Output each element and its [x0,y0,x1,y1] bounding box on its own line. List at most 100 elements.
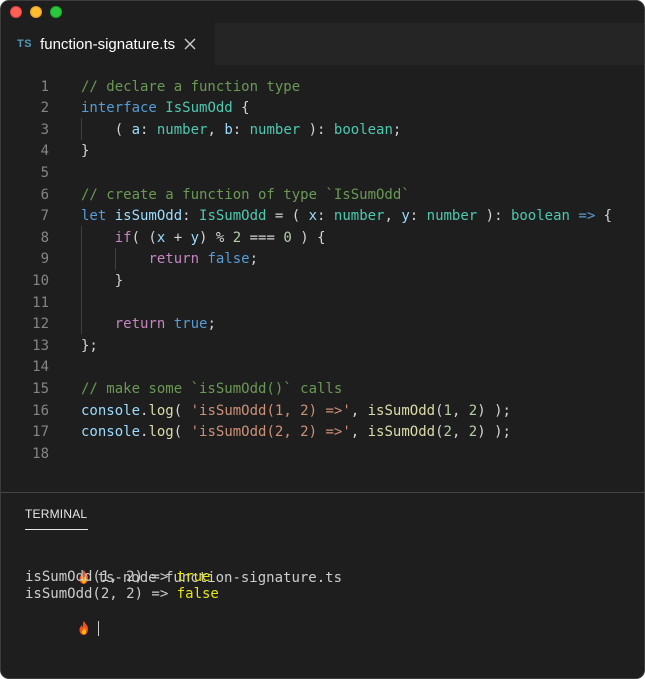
code-line[interactable]: 17 console.log( 'isSumOdd(2, 2) =>', isSu… [1,422,644,444]
line-number: 11 [32,294,49,311]
code-line[interactable]: 15 // make some `isSumOdd()` calls [1,379,644,401]
code-line[interactable]: 10 } [1,271,644,293]
code-text: let isSumOdd: IsSumOdd = ( x: number, y:… [81,206,612,228]
code-token: b [224,121,233,138]
code-token: => [578,208,596,225]
code-line[interactable]: 4} [1,141,644,163]
code-token: ; [249,251,259,268]
code-text: } [81,141,89,163]
code-line[interactable]: 6 // create a function of type `IsSumOdd` [1,185,644,207]
code-token: ( ( [131,229,157,246]
title-bar [1,1,644,23]
code-token: log [148,402,174,419]
close-window-button[interactable] [10,6,22,18]
tab-function-signature[interactable]: TS function-signature.ts [1,23,215,65]
code-token: boolean [510,208,570,225]
line-number: 5 [40,164,49,181]
code-token: , [384,208,402,225]
code-token: ( [81,121,132,138]
code-token: a [131,121,141,138]
code-token: number [333,208,385,225]
terminal-output-value: true [176,569,211,585]
code-token: 2 [443,424,452,441]
code-text: interface IsSumOdd { [81,98,250,120]
code-token: } [81,143,90,160]
code-text: }; [81,336,98,358]
code-token: 2 [468,424,478,441]
code-line[interactable]: 9 return false; [1,249,644,271]
code-line[interactable]: 7 let isSumOdd: IsSumOdd = ( x: number, y… [1,206,644,228]
close-icon[interactable] [183,37,197,51]
code-text: // create a function of type `IsSumOdd` [81,185,410,207]
code-text: if( (x + y) % 2 === 0 ) { [81,228,326,250]
code-token: ; [207,316,216,333]
line-number: 17 [32,424,49,441]
code-token: : [232,121,250,138]
code-token: : [140,121,157,138]
code-token: } [81,272,124,289]
code-token: ( [173,424,191,441]
line-number: 3 [40,121,49,138]
code-text: console.log( 'isSumOdd(2, 2) =>', isSumO… [81,422,511,444]
terminal-output-prefix: isSumOdd(1, 2) => [25,569,177,585]
code-token: === [241,229,284,246]
typescript-file-icon: TS [17,38,33,50]
code-line[interactable]: 2 interface IsSumOdd { [1,98,644,120]
code-line[interactable]: 1 // declare a function type [1,77,644,99]
tab-terminal-underline [25,529,88,530]
terminal-output-value: false [176,586,219,602]
code-token: : [317,208,334,225]
code-token: ) ); [477,402,511,419]
code-token: ( [435,424,444,441]
code-token: IsSumOdd [165,100,233,117]
code-line[interactable]: 18 [1,444,644,466]
code-editor[interactable]: 1 // declare a function type 2 interface Is… [1,65,644,492]
line-number: 16 [32,402,49,419]
code-line[interactable]: 3 ( a: number, b: number ): boolean; [1,120,644,142]
code-token: interface [81,100,166,117]
code-token: ( [435,402,444,419]
code-token: : [409,208,427,225]
terminal-panel[interactable]: TERMINAL ts-node function-signature.ts i… [1,493,644,678]
code-token: number [249,121,301,138]
code-line[interactable]: 12 return true; [1,314,644,336]
code-line[interactable]: 13}; [1,336,644,358]
code-token: number [426,208,478,225]
code-line[interactable]: 11 [1,293,644,315]
code-token: ) % [199,229,233,246]
tab-terminal[interactable]: TERMINAL [25,507,87,521]
code-token: 2 [232,229,242,246]
code-token: ; [392,121,402,138]
line-number: 10 [32,272,49,289]
terminal-output-line: isSumOdd(1, 2) => true [25,569,210,586]
line-number: 13 [32,337,49,354]
maximize-window-button[interactable] [50,6,62,18]
code-token: ) ); [477,424,511,441]
code-token: x [308,208,318,225]
minimize-window-button[interactable] [30,6,42,18]
code-token: ( [173,402,191,419]
code-token: , [451,402,469,419]
code-token: = ( [266,208,309,225]
code-line[interactable]: 5 [1,163,644,185]
terminal-prompt-line[interactable] [25,603,99,636]
code-text: ( a: number, b: number ): boolean; [81,120,402,142]
code-token: console [81,424,141,441]
code-token: , [350,402,368,419]
code-token: ): [477,208,511,225]
code-line[interactable]: 8 if( (x + y) % 2 === 0 ) { [1,228,644,250]
line-number: 2 [40,100,49,117]
line-number: 6 [40,186,49,203]
code-line[interactable]: 14 [1,357,644,379]
tab-filename: function-signature.ts [40,35,176,53]
code-text: } [81,271,123,293]
code-token: IsSumOdd [199,208,267,225]
terminal-output-line: isSumOdd(2, 2) => false [25,586,219,603]
code-token: { [232,100,250,117]
code-token: let [81,208,115,225]
code-line[interactable]: 16 console.log( 'isSumOdd(1, 2) =>', isSu… [1,401,644,423]
code-token: : [182,208,200,225]
tab-bar: TS function-signature.ts [1,23,644,65]
